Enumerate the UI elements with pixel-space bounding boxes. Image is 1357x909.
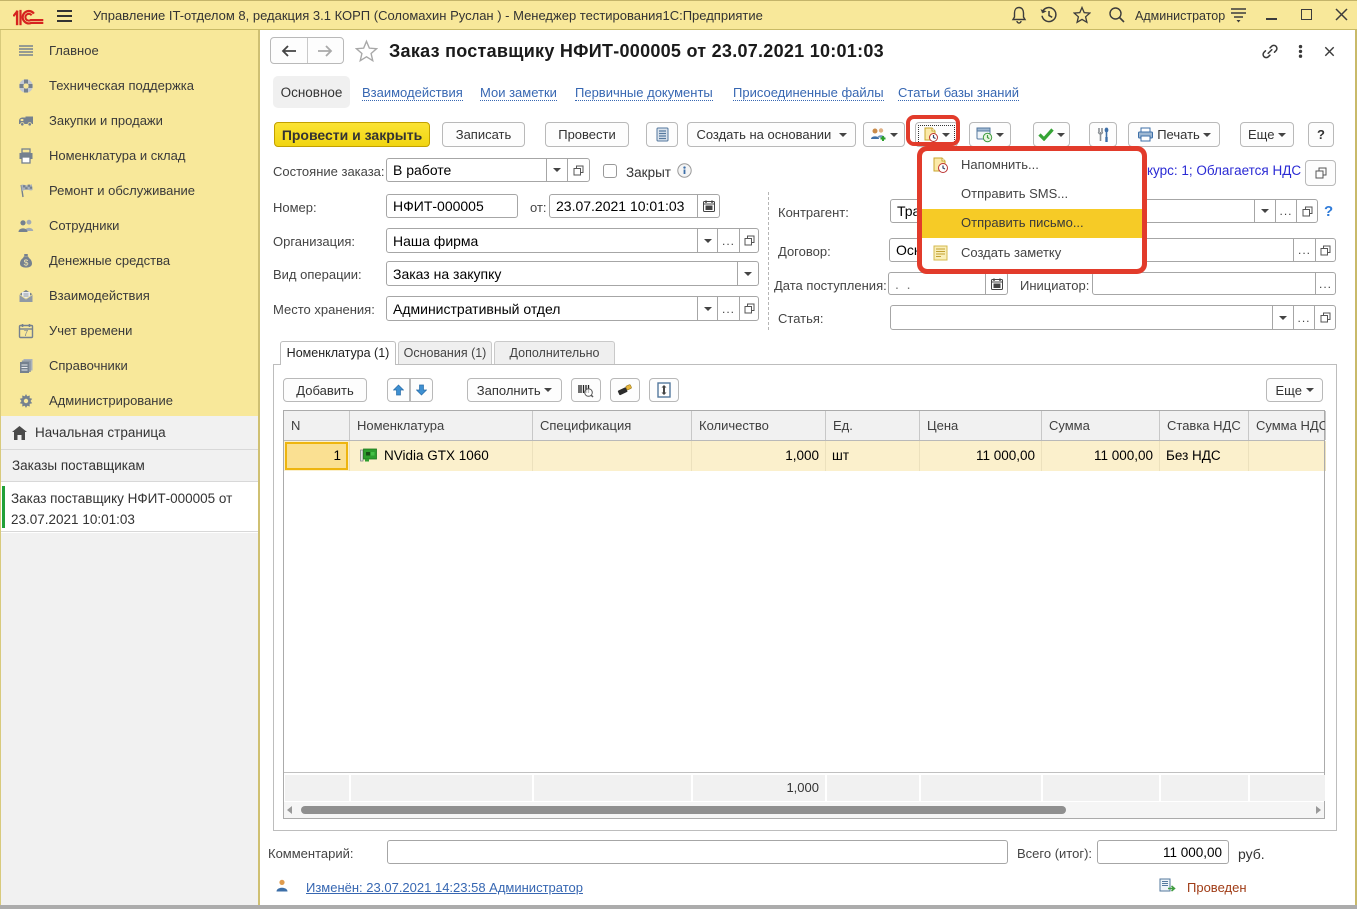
svg-text:$: $ [24,257,29,267]
svg-text:7: 7 [24,329,29,338]
